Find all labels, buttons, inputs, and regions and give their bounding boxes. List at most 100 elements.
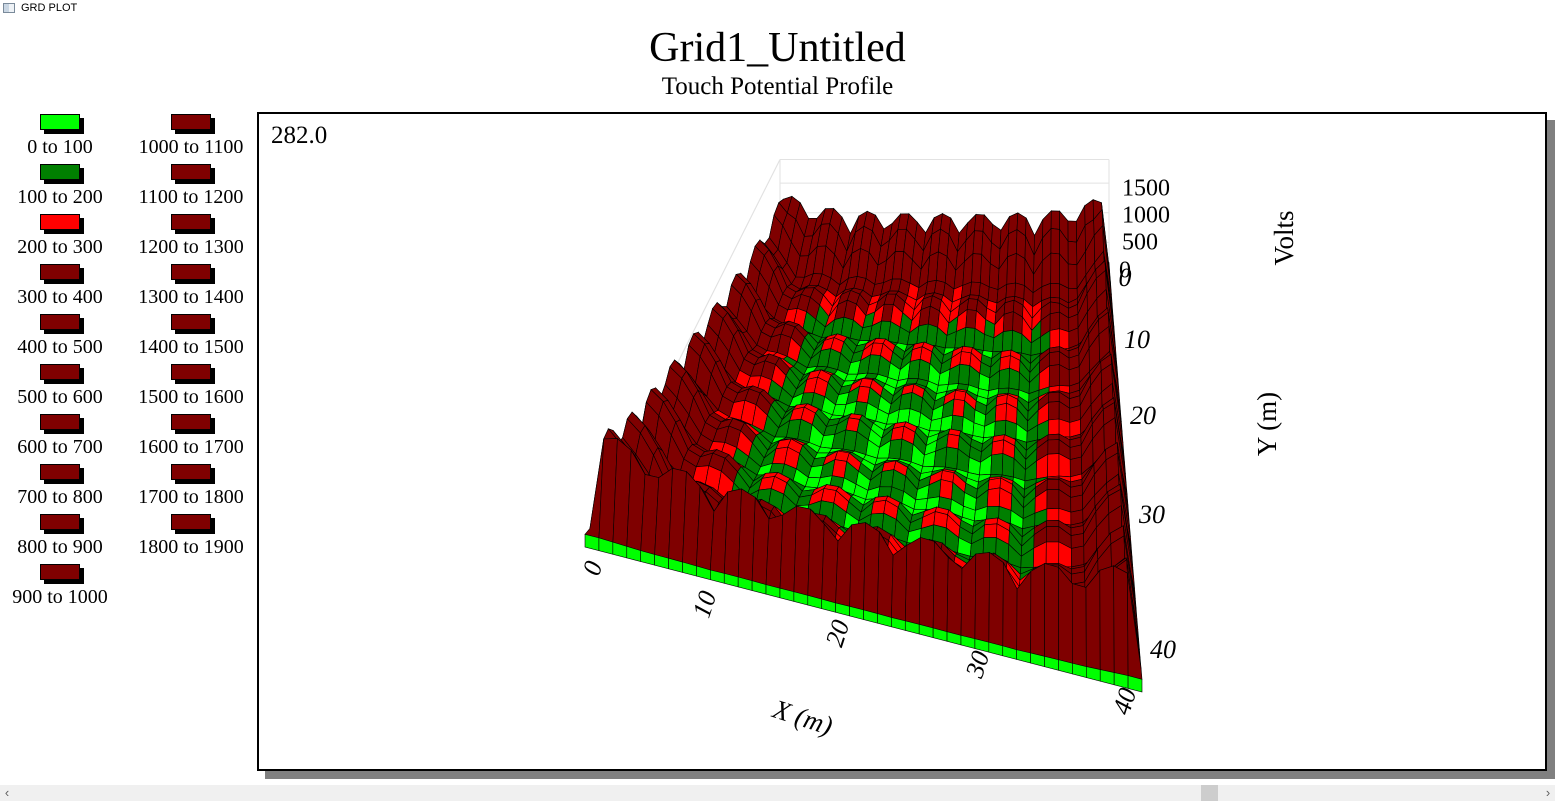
horizontal-scrollbar[interactable]: ‹ › <box>0 785 1555 801</box>
window-title: GRD PLOT <box>21 2 78 14</box>
surface-cell <box>1047 433 1060 441</box>
legend-swatch <box>40 164 80 180</box>
legend-swatch <box>40 464 80 480</box>
surface-cell <box>952 398 965 418</box>
z-axis-title: Volts <box>1269 210 1299 265</box>
surface-cell <box>1067 263 1078 289</box>
surface-cell <box>1011 329 1023 354</box>
surface-cell <box>1048 391 1060 403</box>
z-tick-label: 500 <box>1122 230 1158 256</box>
surface-cell <box>986 487 1001 507</box>
legend-swatch <box>171 514 211 530</box>
y-tick-label: 10 <box>1124 325 1150 354</box>
legend-swatch <box>40 114 80 130</box>
legend-label: 1800 to 1900 <box>138 536 244 558</box>
surface-cell <box>1070 494 1084 513</box>
legend-item: 300 to 400 <box>0 264 120 308</box>
legend-item: 200 to 300 <box>0 214 120 258</box>
surface-cell <box>971 253 983 283</box>
legend-item: 1500 to 1600 <box>131 364 251 408</box>
scroll-left-arrow-icon[interactable]: ‹ <box>0 785 14 801</box>
legend-swatch <box>40 564 80 580</box>
surface-cell <box>1049 351 1060 367</box>
legend-label: 1100 to 1200 <box>138 186 244 208</box>
scroll-thumb[interactable] <box>1201 785 1218 801</box>
surface-cell <box>913 498 928 510</box>
surface-cell <box>888 438 903 460</box>
surface-cell <box>963 327 976 350</box>
x-tick-label: 20 <box>820 616 856 650</box>
surface-cell <box>807 508 825 601</box>
z-tick-label: 1000 <box>1122 203 1170 229</box>
x-tick-label: 10 <box>687 587 723 621</box>
y-tick-label: 30 <box>1138 500 1165 529</box>
legend-label: 300 to 400 <box>17 286 103 308</box>
legend-item: 1000 to 1100 <box>131 114 251 158</box>
surface-plot-3d: 010203040010203040050010001500X (m)Y (m)… <box>577 159 1299 741</box>
surface-cell <box>974 552 990 644</box>
legend-item: 1100 to 1200 <box>131 164 251 208</box>
surface-cell <box>1005 282 1016 298</box>
surface-cell <box>972 230 984 255</box>
surface-cell <box>969 281 981 296</box>
legend-item: 700 to 800 <box>0 464 120 508</box>
surface-cell <box>994 402 1007 422</box>
surface-cell <box>1067 220 1077 243</box>
legend-label: 600 to 700 <box>17 436 103 458</box>
x-axis-title: X (m) <box>768 693 836 741</box>
legend-item: 600 to 700 <box>0 414 120 458</box>
surface-cell <box>1001 329 1013 353</box>
legend-item: 100 to 200 <box>0 164 120 208</box>
legend-label: 200 to 300 <box>17 236 103 258</box>
x-tick-label: 0 <box>577 558 609 579</box>
surface-cell <box>1047 453 1060 478</box>
legend-swatch <box>171 414 211 430</box>
surface-cell <box>918 537 935 630</box>
surface-cell <box>1044 563 1059 661</box>
legend-label: 800 to 900 <box>17 536 103 558</box>
surface-cell <box>990 453 1004 476</box>
chart-title: Grid1_Untitled <box>649 25 906 71</box>
legend-item: 800 to 900 <box>0 514 120 558</box>
legend-item: 1700 to 1800 <box>131 464 251 508</box>
surface-cell <box>1050 228 1060 255</box>
legend-item: 0 to 100 <box>0 114 120 158</box>
legend-swatch <box>171 314 211 330</box>
surface-cell <box>1045 541 1060 568</box>
y-axis-title: Y (m) <box>1252 392 1282 456</box>
surface-cell <box>1030 562 1046 658</box>
legend-swatch <box>40 364 80 380</box>
legend-swatch <box>171 164 211 180</box>
legend-label: 400 to 500 <box>17 336 103 358</box>
legend-swatch <box>40 514 80 530</box>
surface-cell <box>1059 328 1070 350</box>
z-tick-label: 0 <box>1119 258 1131 284</box>
surface-cell <box>1049 301 1060 315</box>
plot-area: 282.0 0 10 20 30 40 0 10 20 30 40 0 500 1000 1500 X (m… <box>257 112 1547 771</box>
legend-swatch <box>40 264 80 280</box>
legend-swatch <box>40 314 80 330</box>
scroll-right-arrow-icon[interactable]: › <box>1541 785 1555 801</box>
surface-cell <box>863 522 880 615</box>
legend-swatch <box>171 214 211 230</box>
surface-cell <box>1050 210 1060 230</box>
y-tick-label: 40 <box>1150 635 1176 664</box>
surface-cell <box>1085 569 1101 671</box>
legend-label: 1300 to 1400 <box>138 286 244 308</box>
surface-cell <box>1007 229 1018 258</box>
surface-cell <box>945 446 959 470</box>
surface-cell <box>1058 418 1071 438</box>
surface-cell <box>904 536 922 626</box>
legend-item: 1200 to 1300 <box>131 214 251 258</box>
surface-cell <box>946 556 963 637</box>
surface-cell <box>959 351 972 366</box>
legend-item: 900 to 1000 <box>0 564 120 608</box>
legend-swatch <box>171 264 211 280</box>
legend-label: 1500 to 1600 <box>138 386 244 408</box>
legend-swatch <box>171 464 211 480</box>
legend-label: 1700 to 1800 <box>138 486 244 508</box>
surface-cell <box>988 551 1004 647</box>
surface-cell <box>946 433 960 450</box>
legend-item: 1400 to 1500 <box>131 314 251 358</box>
surface-cell <box>1002 311 1014 333</box>
